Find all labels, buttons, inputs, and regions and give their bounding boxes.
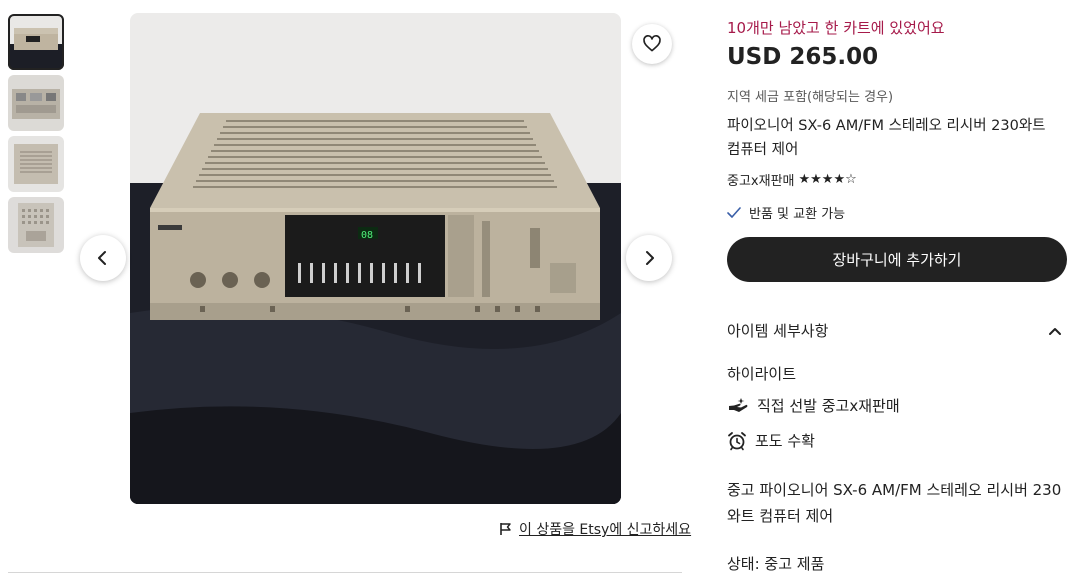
thumbnail-3[interactable] bbox=[8, 136, 64, 192]
previous-image-button[interactable] bbox=[80, 235, 126, 281]
favorite-button[interactable] bbox=[632, 24, 672, 64]
heart-icon bbox=[643, 35, 661, 52]
thumbnail-2[interactable] bbox=[8, 75, 64, 131]
alarm-clock-icon bbox=[728, 431, 746, 450]
chevron-left-icon bbox=[98, 251, 106, 265]
checkmark-icon bbox=[727, 206, 741, 218]
item-description: 중고 파이오니어 SX-6 AM/FM 스테레오 리시버 230와트 컴퓨터 제… bbox=[727, 481, 1062, 525]
thumbnail-strip bbox=[8, 14, 64, 258]
chevron-right-icon bbox=[646, 251, 654, 265]
highlight-text: 포도 수확 bbox=[755, 432, 815, 450]
svg-text:08: 08 bbox=[361, 230, 373, 241]
returns-info: 반품 및 교환 가능 bbox=[727, 203, 845, 222]
next-image-button[interactable] bbox=[626, 235, 672, 281]
shop-info: 중고x재판매 ★★★★☆ bbox=[727, 170, 857, 189]
thumbnail-1[interactable] bbox=[8, 14, 64, 70]
thumbnail-image bbox=[8, 136, 64, 192]
thumbnail-image bbox=[8, 75, 64, 131]
highlight-text: 직접 선발 중고x재판매 bbox=[757, 397, 900, 415]
rating-stars[interactable]: ★★★★☆ bbox=[799, 172, 857, 187]
report-item: 이 상품을 Etsy에 신고하세요 bbox=[499, 519, 691, 539]
item-details-toggle[interactable]: 아이템 세부사항 bbox=[727, 320, 1062, 341]
tax-note: 지역 세금 포함(해당되는 경우) bbox=[727, 90, 894, 105]
returns-text: 반품 및 교환 가능 bbox=[749, 207, 846, 222]
receiver-photo: 08 bbox=[130, 13, 621, 504]
report-link[interactable]: 이 상품을 Etsy에 신고하세요 bbox=[519, 519, 691, 539]
listing-title: 파이오니어 SX-6 AM/FM 스테레오 리시버 230와트 컴퓨터 제어 bbox=[727, 118, 1046, 158]
price: USD 265.00 bbox=[727, 44, 879, 70]
highlights-heading: 하이라이트 bbox=[727, 365, 797, 383]
chevron-up-icon bbox=[1049, 327, 1061, 335]
details-heading: 아이템 세부사항 bbox=[727, 322, 829, 340]
thumbnail-image bbox=[8, 197, 64, 253]
highlight-item: 직접 선발 중고x재판매 bbox=[727, 395, 900, 416]
hand-picked-icon bbox=[729, 397, 748, 412]
thumbnail-image bbox=[8, 14, 64, 70]
item-condition: 상태: 중고 제품 bbox=[727, 555, 825, 573]
flag-icon bbox=[500, 523, 511, 535]
thumbnail-4[interactable] bbox=[8, 197, 64, 253]
main-product-image: 08 bbox=[130, 13, 621, 504]
add-to-cart-button[interactable]: 장바구니에 추가하기 bbox=[727, 237, 1067, 282]
highlight-item: 포도 수확 bbox=[727, 430, 815, 451]
divider bbox=[8, 572, 682, 573]
stock-notice: 10개만 남았고 한 카트에 있었어요 bbox=[727, 19, 945, 37]
shop-name[interactable]: 중고x재판매 bbox=[727, 170, 795, 189]
